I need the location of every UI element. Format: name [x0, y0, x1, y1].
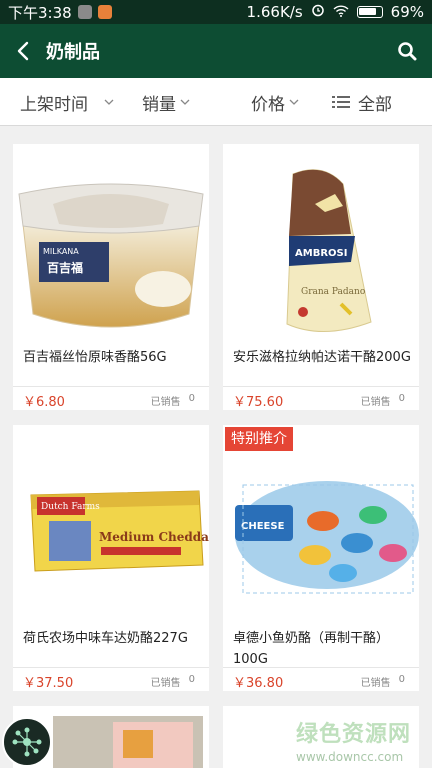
page-title: 奶制品: [46, 42, 100, 63]
sold-count: 已销售 0: [151, 674, 195, 689]
product-card[interactable]: Dutch Farms Medium Cheddar 荷氏农场中味车达奶酪227…: [13, 425, 209, 691]
product-name: 安乐滋格拉纳帕达诺干酪200G: [233, 350, 411, 365]
battery-icon: [356, 6, 383, 18]
share-network-button[interactable]: [2, 717, 52, 767]
sold-value: 0: [188, 393, 195, 404]
divider: [13, 667, 209, 668]
network-speed: 1.66K/s: [246, 3, 303, 21]
product-grid: MILKANA 百吉福 百吉福丝怡原味香酪56G ￥6.80 已销售 0 AMB…: [0, 126, 432, 768]
image-brand-text: Dutch Farms: [41, 502, 100, 512]
search-icon[interactable]: [382, 24, 432, 78]
product-card[interactable]: MILKANA 百吉福 百吉福丝怡原味香酪56G ￥6.80 已销售 0: [13, 144, 209, 410]
cream-cheese-cup-image: MILKANA 百吉福: [13, 144, 209, 340]
sold-count: 已销售 0: [361, 393, 405, 408]
app-bar: 奶制品: [0, 24, 432, 78]
list-icon: [332, 96, 350, 108]
product-price: ￥75.60: [233, 395, 284, 410]
product-price: ￥36.80: [233, 676, 284, 691]
filter-price[interactable]: 价格: [251, 78, 299, 126]
image-brand-text: AMBROSI: [295, 248, 347, 259]
sold-value: 0: [398, 393, 405, 404]
filter-label: 价格: [251, 94, 285, 115]
status-time: 下午3:38: [8, 3, 72, 22]
sold-label: 已销售: [360, 678, 391, 689]
filter-label: 全部: [358, 94, 392, 115]
product-name: 百吉福丝怡原味香酪56G: [23, 350, 167, 365]
filter-all[interactable]: 全部: [332, 78, 392, 126]
chevron-down-icon: [180, 99, 190, 105]
chevron-down-icon: [289, 99, 299, 105]
product-card[interactable]: 特别推介 CHEESE 卓德小鱼奶酪（再制干酪）100G ￥36.80 已销售 …: [223, 425, 419, 691]
watermark-title: 绿色资源网: [296, 722, 412, 747]
sold-count: 已销售 0: [151, 393, 195, 408]
sold-label: 已销售: [360, 397, 391, 408]
parmesan-wedge-image: AMBROSI Grana Padano: [223, 144, 419, 340]
filter-bar: 上架时间 销量 价格 全部: [0, 78, 432, 126]
image-brand-text: MILKANA: [43, 247, 79, 256]
sold-value: 0: [188, 674, 195, 685]
sold-value: 0: [398, 674, 405, 685]
product-price: ￥37.50: [23, 676, 74, 691]
sold-label: 已销售: [150, 678, 181, 689]
notification-mi-icon: [97, 5, 112, 19]
back-icon[interactable]: [0, 24, 46, 78]
product-card[interactable]: AMBROSI Grana Padano 安乐滋格拉纳帕达诺干酪200G ￥75…: [223, 144, 419, 410]
status-bar: 下午3:38 1.66K/s 69%: [0, 0, 432, 24]
filter-sales[interactable]: 销量: [142, 78, 190, 126]
product-name: 卓德小鱼奶酪（再制干酪）100G: [233, 631, 390, 667]
filter-listing-time[interactable]: 上架时间: [20, 78, 114, 126]
cheddar-block-image: Dutch Farms Medium Cheddar: [13, 425, 209, 621]
network-icon: [12, 727, 42, 757]
featured-badge: 特别推介: [225, 427, 293, 451]
chevron-down-icon: [104, 99, 114, 105]
image-brand-text: CHEESE: [241, 521, 285, 532]
watermark-url: www.downcc.com: [296, 750, 404, 764]
sold-label: 已销售: [150, 397, 181, 408]
product-price: ￥6.80: [23, 395, 65, 410]
wifi-icon: [333, 3, 349, 21]
notification-app-icon: [77, 5, 92, 19]
fish-cheese-net-image: CHEESE: [223, 425, 419, 621]
image-caption-text: Grana Padano: [301, 287, 365, 297]
image-caption-text: Medium Cheddar: [99, 530, 209, 544]
divider: [13, 386, 209, 387]
divider: [223, 386, 419, 387]
image-caption-text: 百吉福: [47, 260, 83, 275]
sold-count: 已销售 0: [361, 674, 405, 689]
filter-label: 上架时间: [20, 94, 88, 115]
site-watermark: 绿色资源网 www.downcc.com: [296, 716, 411, 764]
divider: [223, 667, 419, 668]
battery-level: 69%: [390, 3, 424, 21]
filter-label: 销量: [142, 94, 176, 115]
alarm-icon: [311, 3, 325, 21]
product-name: 荷氏农场中味车达奶酪227G: [23, 631, 188, 646]
